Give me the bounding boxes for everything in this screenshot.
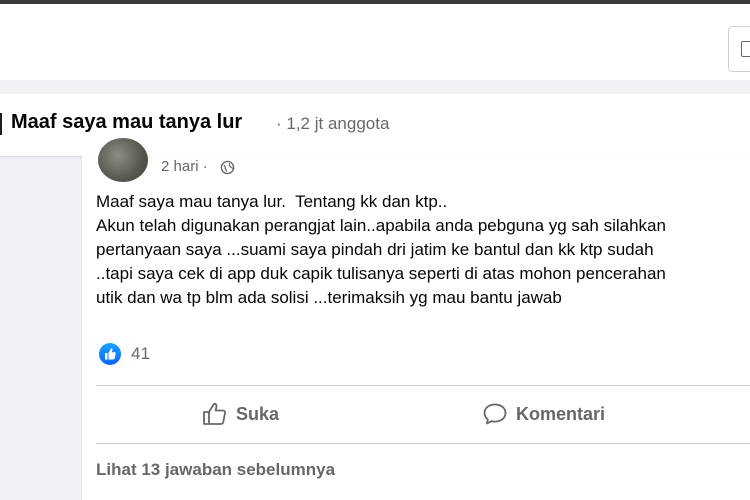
post-card: 2 hari · Maaf saya mau tanya lur. Tentan… — [82, 138, 750, 500]
comment-bubble-icon — [483, 403, 507, 425]
group-member-count: · 1,2 jt anggota — [276, 114, 390, 133]
facebook-group-post-view: Maaf saya mau tanya lur · 1,2 jt anggota… — [0, 0, 750, 500]
post-body: Maaf saya mau tanya lur. Tentang kk dan … — [96, 190, 750, 310]
thumbs-up-icon — [203, 402, 226, 425]
post-text-line: ..tapi saya cek di app duk capik tulisan… — [96, 264, 666, 283]
reaction-count: 41 — [131, 344, 150, 363]
post-text-line: Akun telah digunakan perangjat lain..apa… — [96, 216, 666, 235]
post-text-line: Maaf saya mau tanya lur. Tentang kk dan … — [96, 192, 448, 211]
top-header — [0, 4, 750, 80]
square-icon — [741, 41, 750, 57]
divider-pipe — [0, 113, 2, 135]
comment-button-label: Komentari — [516, 403, 606, 424]
post-timestamp[interactable]: 2 hari · — [161, 158, 208, 175]
post-text-line: pertanyaan saya ...suami saya pindah dri… — [96, 240, 654, 259]
like-button-label: Suka — [236, 403, 280, 424]
divider — [96, 443, 750, 444]
group-name[interactable]: Maaf saya mau tanya lur — [11, 111, 242, 134]
like-button[interactable]: Suka — [202, 392, 279, 436]
avatar[interactable] — [98, 138, 148, 182]
comment-button[interactable]: Komentari — [482, 392, 605, 436]
header-action-button[interactable] — [728, 26, 750, 72]
view-previous-replies-link[interactable]: Lihat 13 jawaban sebelumnya — [96, 460, 335, 480]
divider — [96, 385, 750, 386]
globe-icon — [220, 160, 235, 175]
like-reaction-icon — [99, 343, 121, 365]
post-text-line: utik dan wa tp blm ada solisi ...terimak… — [96, 288, 562, 307]
header-gap — [0, 80, 750, 94]
